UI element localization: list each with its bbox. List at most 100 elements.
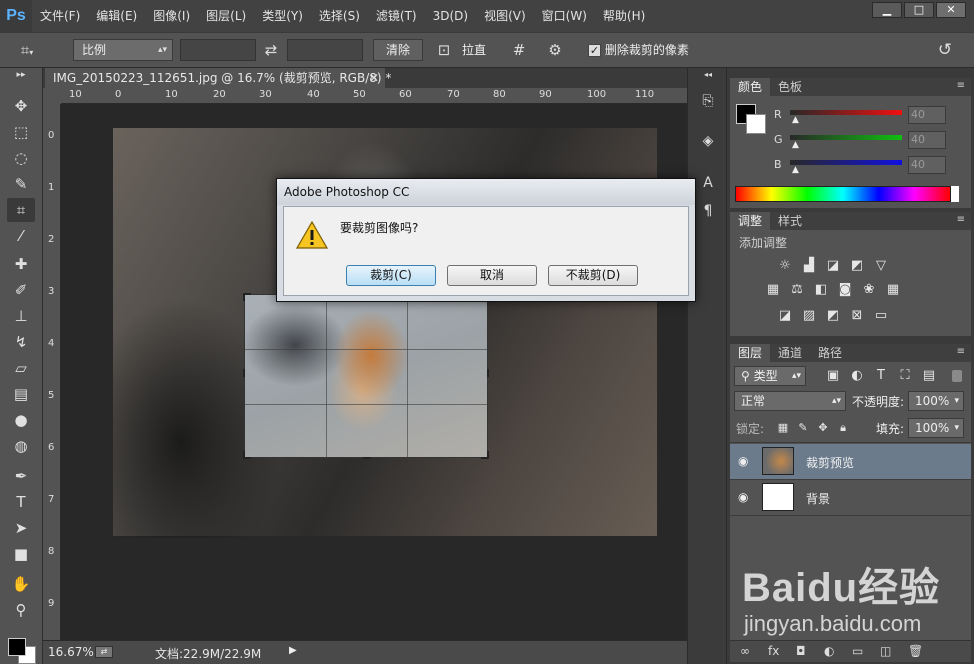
menu-type[interactable]: 类型(Y) [254,0,311,32]
visibility-eye-icon[interactable]: ◉ [738,454,748,468]
vibrance-icon[interactable]: ▽ [872,258,890,274]
quick-select-tool-icon[interactable]: ✎ [7,172,35,196]
levels-icon[interactable]: ▟ [800,258,818,274]
blue-channel-value[interactable]: 40 [908,156,946,174]
red-channel-value[interactable]: 40 [908,106,946,124]
color-spectrum-bar[interactable] [735,186,951,202]
new-group-icon[interactable]: ▭ [852,644,863,658]
lock-transparent-icon[interactable]: ▦ [774,420,792,436]
menu-3d[interactable]: 3D(D) [425,0,476,32]
lasso-tool-icon[interactable]: ◌ [7,146,35,170]
gear-icon[interactable]: ⚙ [543,39,567,61]
crop-button[interactable]: 裁剪(C) [346,265,436,286]
invert-icon[interactable]: ◪ [776,308,794,324]
green-channel-value[interactable]: 40 [908,131,946,149]
menu-help[interactable]: 帮助(H) [595,0,653,32]
slider-thumb-icon[interactable]: ▲ [792,165,799,175]
threshold-icon[interactable]: ◩ [824,308,842,324]
slider-thumb-icon[interactable]: ▲ [792,115,799,125]
filter-adjustment-icon[interactable]: ◐ [848,368,866,384]
lock-position-icon[interactable]: ✥ [814,420,832,436]
chevron-down-icon[interactable]: ▾ [954,392,959,410]
tab-channels[interactable]: 通道 [770,344,810,362]
tab-adjustments[interactable]: 调整 [730,212,771,230]
status-info-icon[interactable]: ⇄ [95,646,113,658]
tab-layers[interactable]: 图层 [730,344,771,362]
opacity-input[interactable]: 100% ▾ [908,391,964,411]
delete-cropped-checkbox[interactable]: ✓ [588,44,601,57]
layer-name[interactable]: 背景 [806,490,830,507]
collapse-toolbar-icon[interactable]: ▸▸ [7,70,35,80]
move-tool-icon[interactable]: ✥ [7,94,35,118]
crop-width-input[interactable] [180,39,256,61]
foreground-color-swatch[interactable] [8,638,26,656]
swap-dimensions-icon[interactable]: ⇄ [260,39,282,61]
spectrum-white-swatch[interactable] [951,186,959,202]
exposure-icon[interactable]: ◩ [848,258,866,274]
history-panel-icon[interactable]: ⎘ [697,90,719,112]
lock-pixels-icon[interactable]: ✎ [794,420,812,436]
menu-select[interactable]: 选择(S) [311,0,368,32]
link-layers-icon[interactable]: ∞ [740,644,750,658]
history-brush-tool-icon[interactable]: ↯ [7,330,35,354]
ratio-select[interactable]: 比例 ▴▾ [73,39,173,61]
lock-all-icon[interactable]: 🔒︎ [834,420,852,436]
brush-tool-icon[interactable]: ✐ [7,278,35,302]
cancel-button[interactable]: 取消 [447,265,537,286]
reset-icon[interactable]: ↺ [932,39,958,61]
layer-filter-select[interactable]: ⚲ 类型 ▴▾ [734,366,806,386]
filter-shape-icon[interactable]: ⛶ [896,368,914,384]
type-tool-icon[interactable]: T [7,490,35,514]
crop-handle-bottom[interactable] [363,451,371,459]
delete-cropped-option[interactable]: ✓ 删除裁剪的像素 [588,39,689,61]
overlay-grid-icon[interactable]: # [508,39,530,61]
hue-saturation-icon[interactable]: ▦ [764,282,782,298]
posterize-icon[interactable]: ▨ [800,308,818,324]
chevron-down-icon[interactable]: ▾ [954,419,959,437]
straighten-icon[interactable]: ⊡ [432,39,456,61]
crop-handle-bottom-left[interactable] [243,451,251,459]
delete-layer-icon[interactable]: 🗑︎ [908,644,923,658]
menu-view[interactable]: 视图(V) [476,0,534,32]
visibility-eye-icon[interactable]: ◉ [738,490,748,504]
filter-smart-object-icon[interactable]: ▤ [920,368,938,384]
crop-handle-top-left[interactable] [243,293,251,301]
hand-tool-icon[interactable]: ✋ [7,572,35,596]
slider-thumb-icon[interactable]: ▲ [792,140,799,150]
filter-toggle-icon[interactable] [952,370,962,382]
layer-row-background[interactable]: ◉ 背景 [730,480,971,516]
color-panel-background-swatch[interactable] [746,114,766,134]
close-document-icon[interactable]: ✕ [369,68,379,88]
zoom-level[interactable]: 16.67% [48,645,94,659]
crop-tool-preset-icon[interactable]: ⌗▾ [10,39,44,61]
crop-tool-icon[interactable]: ⌗ [7,198,35,222]
color-balance-icon[interactable]: ⚖ [788,282,806,298]
layer-name[interactable]: 裁剪预览 [806,454,854,471]
paragraph-panel-icon[interactable]: ¶ [697,200,719,222]
maximize-button[interactable]: □ [904,2,934,18]
properties-panel-icon[interactable]: ◈ [697,130,719,152]
menu-window[interactable]: 窗口(W) [534,0,595,32]
clear-button[interactable]: 清除 [373,39,423,61]
menu-layer[interactable]: 图层(L) [198,0,254,32]
zoom-tool-icon[interactable]: ⚲ [7,598,35,622]
new-layer-icon[interactable]: ◫ [880,644,891,658]
blur-tool-icon[interactable]: ● [7,408,35,432]
path-select-tool-icon[interactable]: ➤ [7,516,35,540]
fill-input[interactable]: 100% ▾ [908,418,964,438]
crop-handle-bottom-right[interactable] [481,451,489,459]
tab-styles[interactable]: 样式 [770,212,810,230]
tab-color[interactable]: 颜色 [730,78,771,96]
layer-row-crop-preview[interactable]: ◉ 裁剪预览 [730,444,971,480]
filter-pixel-icon[interactable]: ▣ [824,368,842,384]
vertical-ruler[interactable]: 0 1 2 3 4 5 6 7 8 9 [43,104,61,640]
menu-filter[interactable]: 滤镜(T) [368,0,425,32]
crop-preview-region[interactable] [243,293,489,459]
color-lookup-icon[interactable]: ▦ [884,282,902,298]
tab-swatches[interactable]: 色板 [770,78,810,96]
black-white-icon[interactable]: ◧ [812,282,830,298]
channel-mixer-icon[interactable]: ❀ [860,282,878,298]
gradient-map-icon[interactable]: ▭ [872,308,890,324]
brightness-contrast-icon[interactable]: ☼ [776,258,794,274]
menu-file[interactable]: 文件(F) [32,0,88,32]
